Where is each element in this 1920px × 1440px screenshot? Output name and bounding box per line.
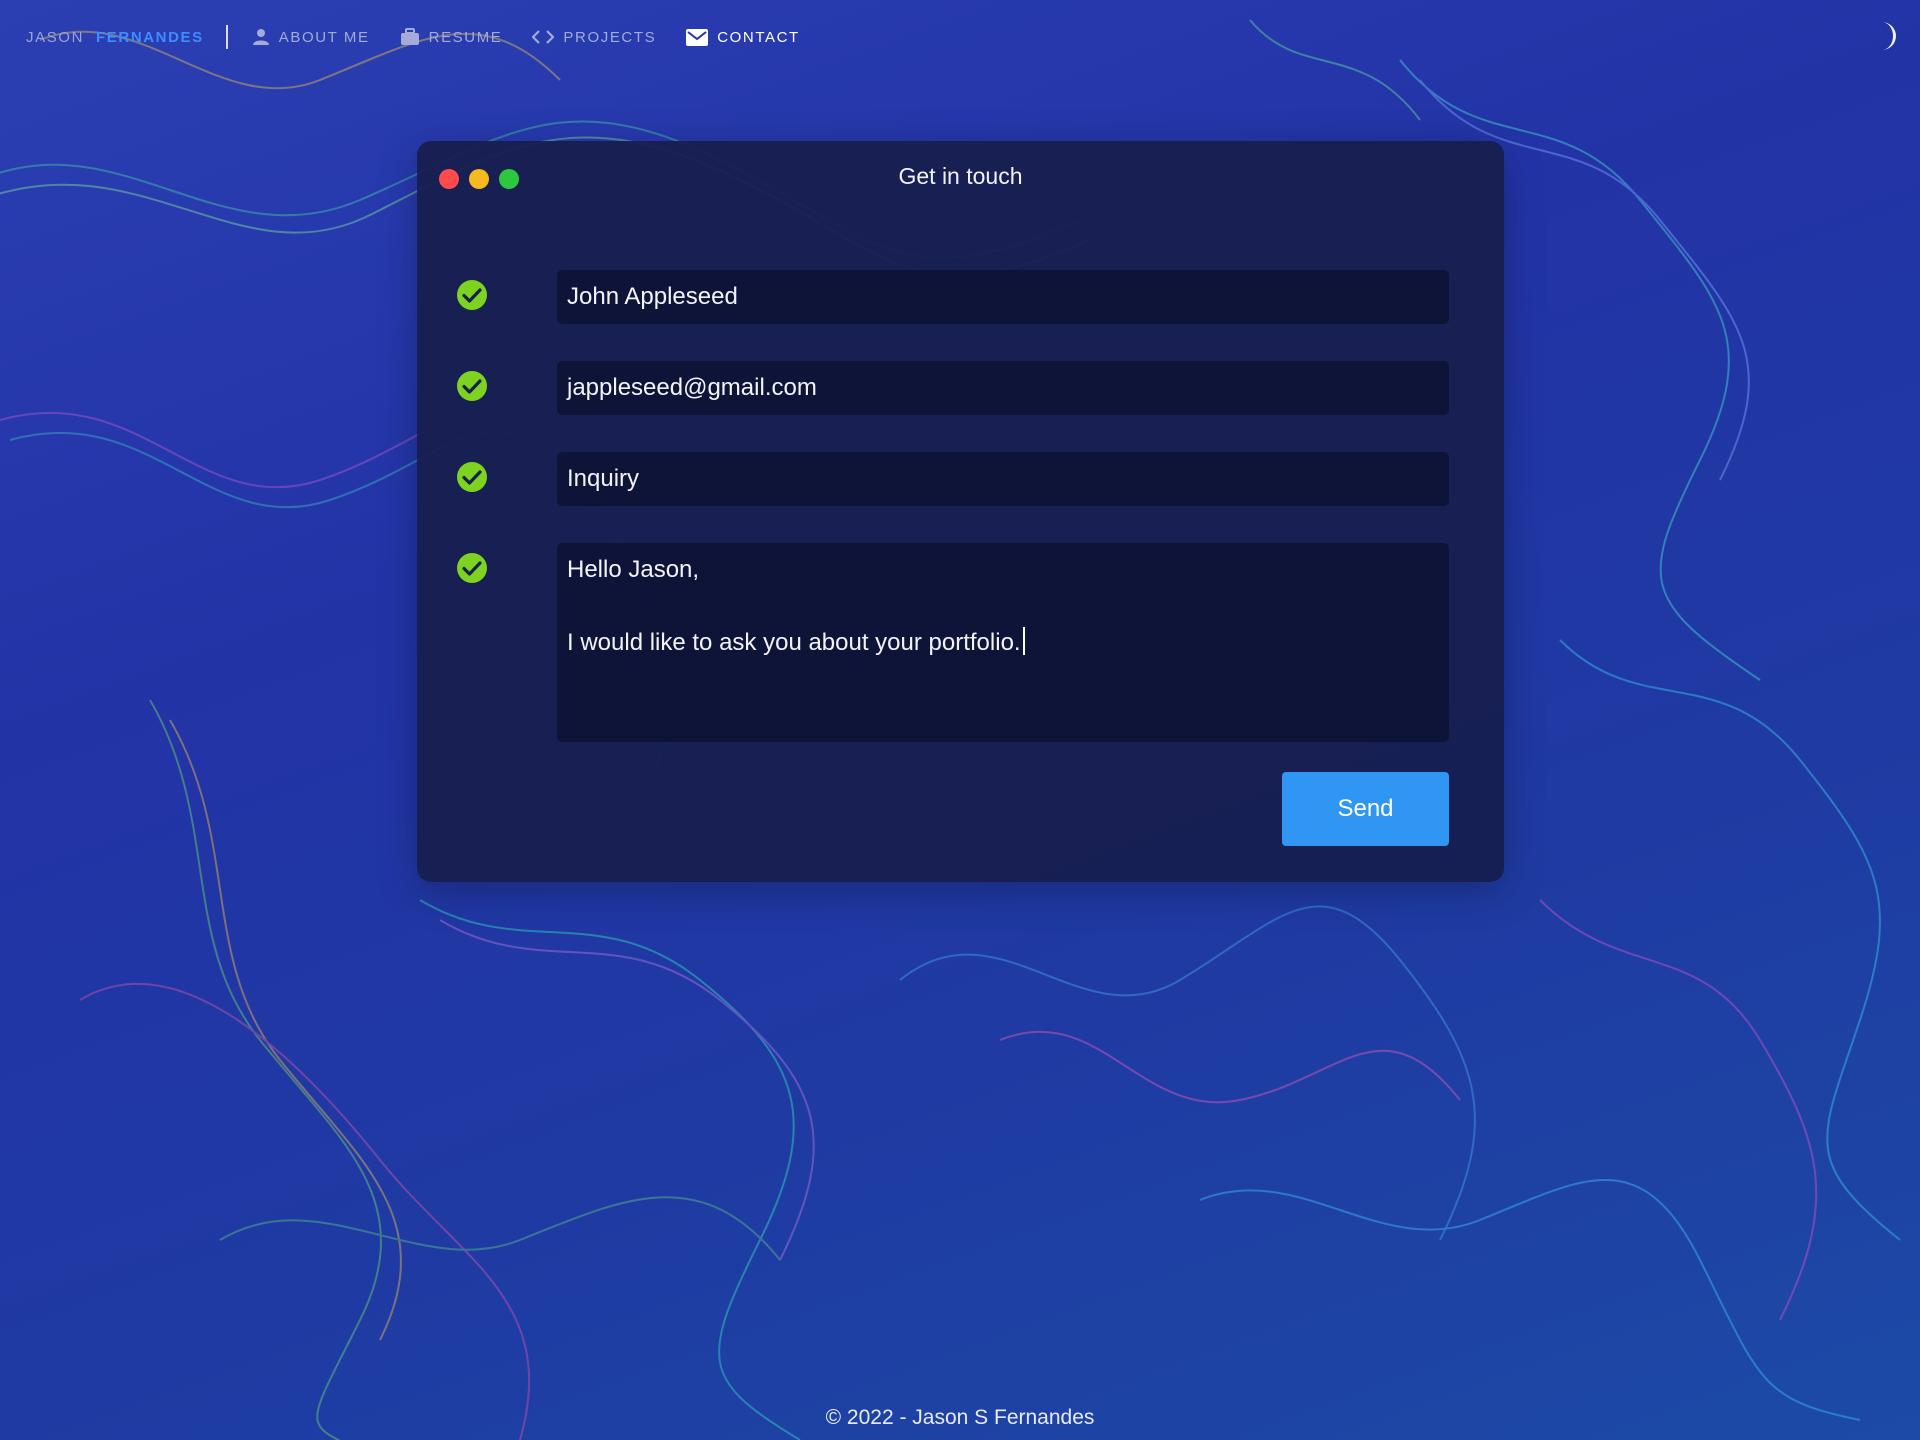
- brand-first-name[interactable]: JASON: [26, 29, 84, 46]
- nav-item-label: CONTACT: [717, 28, 800, 46]
- envelope-icon: [686, 28, 709, 46]
- nav-item-label: RESUME: [428, 28, 503, 46]
- message-line: Hello Jason,: [567, 556, 700, 583]
- name-field[interactable]: John Appleseed: [557, 270, 1449, 324]
- brand-last-name[interactable]: FERNANDES: [96, 29, 204, 46]
- send-button[interactable]: Send: [1282, 772, 1449, 846]
- nav-item-resume[interactable]: RESUME: [400, 28, 503, 46]
- text-caret: [1022, 627, 1025, 655]
- message-line: I would like to ask you about your portf…: [567, 627, 1439, 658]
- nav-item-projects[interactable]: PROJECTS: [532, 29, 656, 46]
- subject-field[interactable]: Inquiry: [557, 452, 1449, 506]
- code-icon: [532, 30, 555, 44]
- nav-item-contact[interactable]: CONTACT: [686, 28, 800, 46]
- nav-item-about-me[interactable]: ABOUT ME: [252, 28, 370, 46]
- top-nav: JASON FERNANDES ABOUT ME RESUME PROJECTS…: [26, 24, 830, 50]
- contact-window: Get in touch John Appleseed jappleseed@g…: [417, 141, 1504, 882]
- nav-item-label: ABOUT ME: [278, 28, 370, 46]
- check-circle-icon: [457, 371, 487, 401]
- nav-item-label: PROJECTS: [563, 28, 657, 46]
- moon-icon[interactable]: [1870, 20, 1902, 52]
- window-title: Get in touch: [898, 163, 1023, 189]
- check-circle-icon: [457, 462, 487, 492]
- check-circle-icon: [457, 280, 487, 310]
- nav-divider: [225, 25, 228, 49]
- briefcase-icon: [400, 28, 419, 45]
- message-text: I would like to ask you about your portf…: [567, 629, 1021, 656]
- person-icon: [252, 29, 269, 45]
- email-field[interactable]: jappleseed@gmail.com: [557, 361, 1449, 415]
- footer-copyright: © 2022 - Jason S Fernandes: [825, 1406, 1095, 1429]
- check-circle-icon: [457, 553, 487, 583]
- message-textarea[interactable]: Hello Jason, I would like to ask you abo…: [557, 543, 1449, 742]
